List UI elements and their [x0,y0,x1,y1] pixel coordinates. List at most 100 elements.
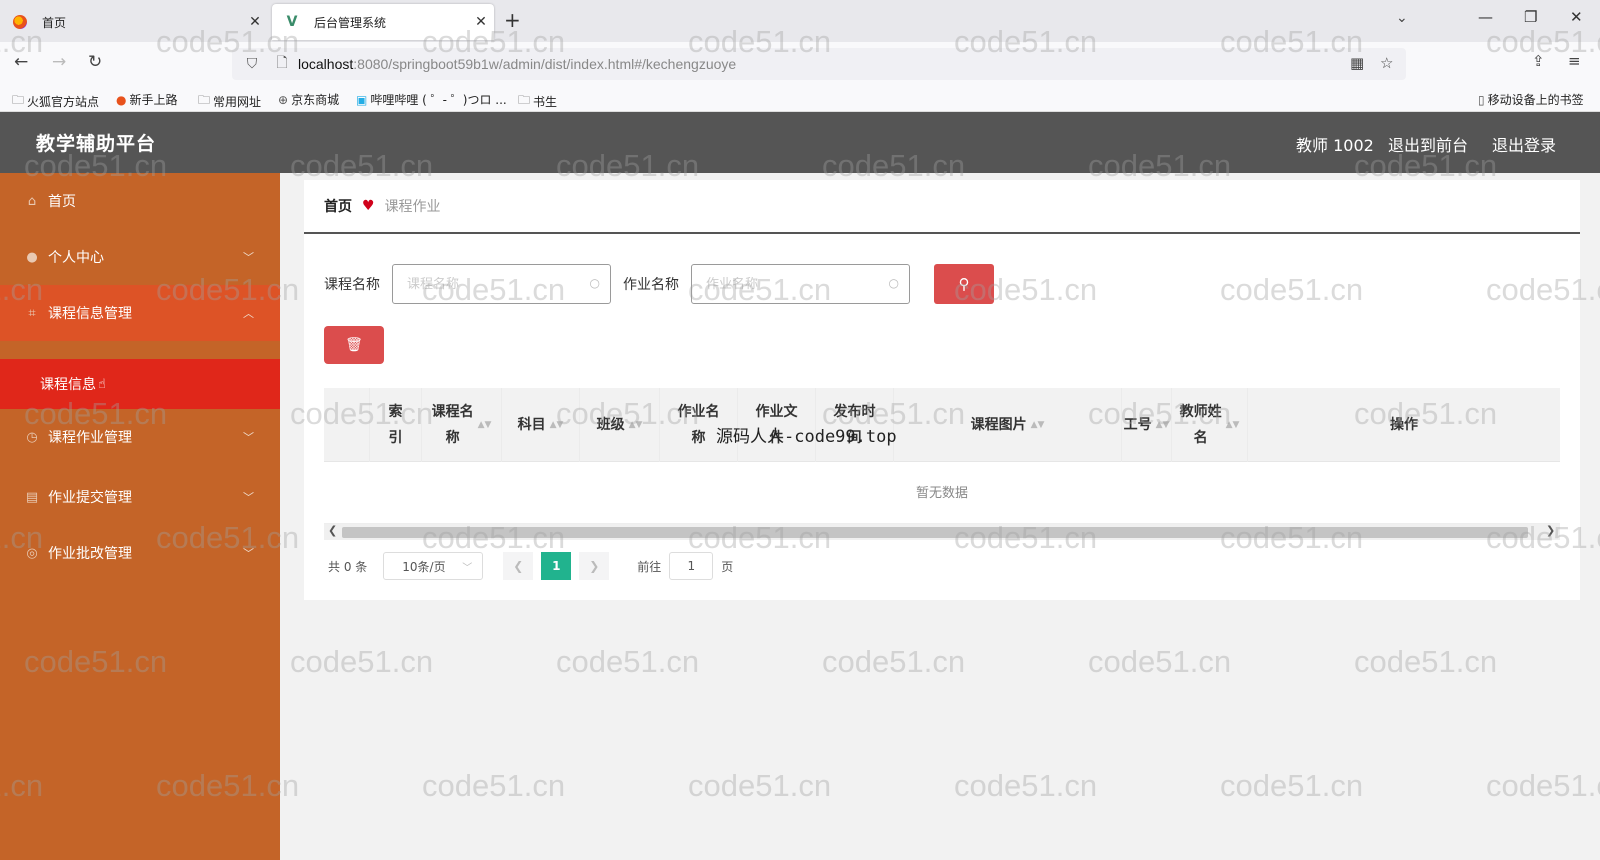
watermark-tile: code51.cn [422,768,566,803]
minimize-icon[interactable]: — [1478,8,1493,26]
sidebar-item-submission[interactable]: ▤ 作业提交管理 ﹀ [0,469,280,525]
vue-icon: V [286,14,298,30]
bookmark-item[interactable]: 🗀 书生 [518,91,557,112]
bookmark-item[interactable]: ⊕ 京东商城 [278,91,339,108]
total-count: 共 0 条 [328,559,368,574]
sidebar-item-home[interactable]: ⌂ 首页 [0,173,280,229]
brand-title: 教学辅助平台 [36,133,157,155]
back-icon[interactable]: ← [14,52,28,72]
address-bar[interactable]: ⛉ 🗋 localhost:8080/springboot59b1w/admin… [232,48,1406,80]
sidebar-item-label: 课程作业管理 [48,430,132,446]
to-front-link[interactable]: 退出到前台 [1388,132,1468,156]
column-header[interactable]: 班级 ▲▼ [580,388,660,462]
sort-icon[interactable]: ▲▼ [1031,412,1045,438]
folder-icon: 🗀 [518,93,531,107]
clock-icon: ◷ [26,429,38,445]
sidebar-item-grading[interactable]: ◎ 作业批改管理 ﹀ [0,525,280,581]
column-header[interactable]: 教师姓 名 ▲▼ [1172,388,1248,462]
watermark-text: 源码人人-code99.top [716,427,897,447]
column-header: 操作 [1390,417,1418,433]
heart-icon: ♥ [362,198,375,214]
sort-icon[interactable]: ▲▼ [1156,412,1170,438]
watermark-tile: code51.cn [1486,768,1600,803]
column-header[interactable]: 工号 ▲▼ [1122,388,1172,462]
browser-tab-active[interactable]: V 后台管理系统 ✕ [272,4,494,40]
sidebar-item-label: 作业提交管理 [48,490,132,506]
chevron-right-icon[interactable]: ❯ [1546,524,1555,537]
url-text: localhost:8080/springboot59b1w/admin/dis… [298,56,737,72]
bookmark-item[interactable]: ▣ 哔哩哔哩 ( ゜- ゜)つロ ... [356,91,507,108]
page-size-select[interactable]: 10条/页 ﹀ [383,552,484,580]
main-content: 首页 ♥ 课程作业 课程名称 ○ 作业名称 ○ ⚲ 🗑 索 引 课程名 称▲▼ … [304,180,1580,600]
page-number-current[interactable]: 1 [541,552,572,580]
next-page-button[interactable]: ❯ [579,552,610,580]
logout-link[interactable]: 退出登录 [1492,132,1556,156]
sidebar-item-label: 作业批改管理 [48,546,132,562]
qr-code-icon[interactable]: ▦ [1350,54,1364,72]
chevron-left-icon[interactable]: ❮ [328,524,337,537]
watermark-tile: code51.cn [1354,644,1498,679]
breadcrumb-home[interactable]: 首页 [324,196,352,216]
page-size-value: 10条/页 [402,559,446,574]
sort-icon[interactable]: ▲▼ [550,412,564,438]
chevron-down-icon: ﹀ [243,491,254,504]
reload-icon[interactable]: ↻ [88,52,102,72]
sort-icon[interactable]: ▲▼ [629,412,643,438]
goto-label: 前往 [637,559,662,574]
mobile-icon: ▯ [1478,92,1485,107]
divider [304,232,1580,234]
sort-icon[interactable]: ▲▼ [478,412,492,438]
forward-icon[interactable]: → [52,52,66,72]
bookmark-item[interactable]: 🗀 火狐官方站点 [12,91,99,112]
select-all-column[interactable] [324,388,370,462]
delete-button[interactable]: 🗑 [324,326,384,364]
bookmark-item[interactable]: ● 新手上路 [116,91,178,108]
course-name-label: 课程名称 [324,277,380,293]
pagination: 共 0 条 10条/页 ﹀ ❮ 1 ❯ 前往 页 [328,552,733,580]
chevron-down-icon[interactable]: ⌄ [1396,10,1408,26]
close-icon[interactable]: ✕ [242,14,268,30]
data-table: 索 引 课程名 称 ▲▼ 科目 ▲▼ 班级 ▲▼ 作业名 称 作业文 件 发布时 间 … [324,388,1560,540]
watermark-tile: code51.cn [290,644,434,679]
column-header[interactable]: 科目 ▲▼ [502,388,580,462]
browser-tab[interactable]: 首页 ✕ [0,4,268,40]
home-icon: ⌂ [27,193,37,209]
search-form: 课程名称 ○ 作业名称 ○ ⚲ [324,264,994,304]
column-header[interactable]: 课程图片 ▲▼ [894,388,1122,462]
sidebar-subitem-label: 课程信息 [40,377,96,393]
firefox-icon: ● [116,92,127,107]
prev-page-button[interactable]: ❮ [503,552,534,580]
chevron-down-icon: ﹀ [243,547,254,560]
goto-page-input[interactable] [669,552,714,580]
search-button[interactable]: ⚲ [934,264,994,304]
menu-icon[interactable]: ≡ [1568,52,1581,70]
restore-icon[interactable]: ❐ [1524,8,1537,26]
sort-icon[interactable]: ▲▼ [1226,412,1240,438]
sidebar-item-profile[interactable]: ● 个人中心 ﹀ [0,229,280,285]
folder-icon: 🗀 [12,93,25,107]
star-icon[interactable]: ☆ [1380,54,1393,72]
sidebar-item-label: 首页 [48,194,76,210]
extensions-icon[interactable]: ⇪ [1532,52,1545,70]
bookmark-item[interactable]: 🗀 常用网址 [198,91,261,112]
course-name-field: ○ [392,264,611,304]
sidebar-subitem-course-info[interactable]: 课程信息 ☝ [0,359,280,409]
sidebar-item-homework[interactable]: ◷ 课程作业管理 ﹀ [0,409,280,465]
column-header: 索 引 [370,388,422,462]
sidebar-item-course-info[interactable]: ⌗ 课程信息管理 ︿ [0,285,280,341]
user-icon: ● [26,249,38,265]
hand-cursor-icon: ☝ [98,376,106,392]
bookmark-item[interactable]: ▯ 移动设备上的书签 [1478,91,1584,108]
course-name-input[interactable] [407,276,587,292]
new-tab-button[interactable]: + [504,8,521,32]
scrollbar-thumb[interactable] [342,527,1528,538]
homework-name-input[interactable] [706,276,886,292]
column-header[interactable]: 课程名 称 ▲▼ [422,388,502,462]
horizontal-scrollbar[interactable]: ❮ ❯ [324,524,1560,540]
close-window-icon[interactable]: ✕ [1570,8,1583,26]
archive-icon: ▤ [25,489,39,505]
breadcrumb-current: 课程作业 [384,199,441,215]
close-icon[interactable]: ✕ [468,14,494,30]
watermark-tile: code51.cn [688,768,832,803]
table-header: 索 引 课程名 称 ▲▼ 科目 ▲▼ 班级 ▲▼ 作业名 称 作业文 件 发布时 间 … [324,388,1560,462]
